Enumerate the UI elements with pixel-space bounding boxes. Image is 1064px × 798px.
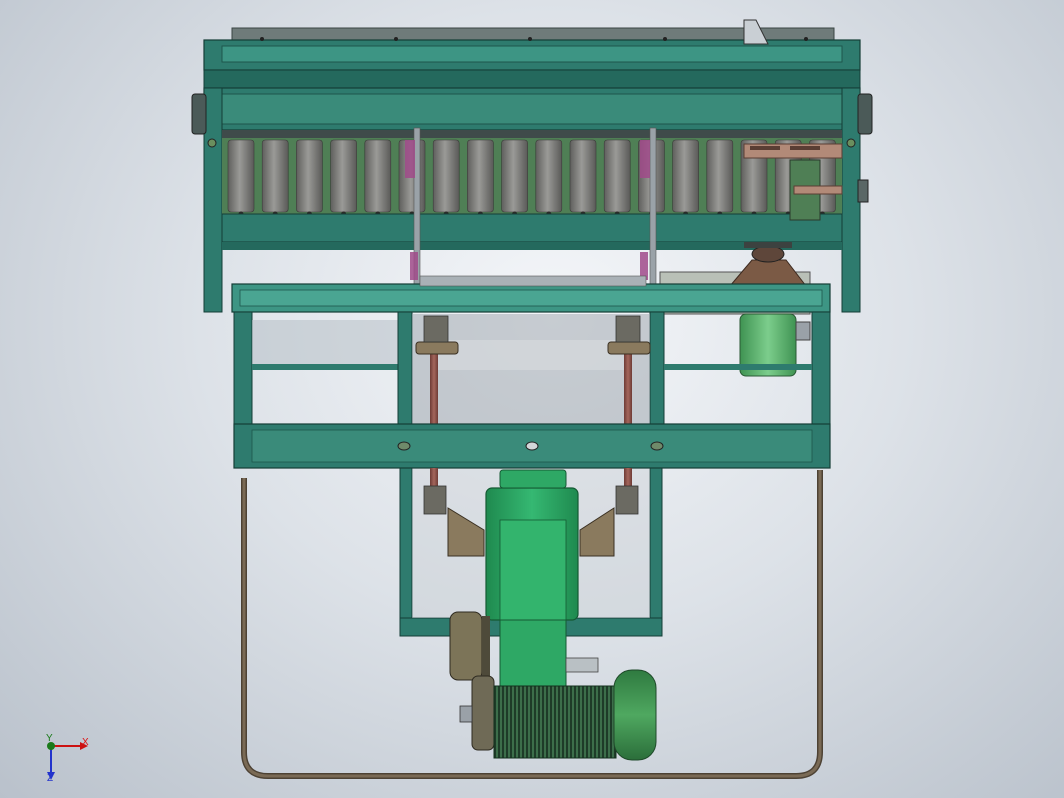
roller — [706, 139, 734, 213]
roller — [227, 139, 255, 213]
triad-z-label: Z — [47, 773, 53, 784]
roller — [535, 139, 563, 213]
roller — [672, 139, 699, 213]
roller — [467, 139, 494, 213]
roller — [296, 139, 323, 213]
coordinate-triad-icon: X Y Z — [46, 733, 89, 784]
cad-viewport[interactable]: X Y Z — [0, 0, 1064, 798]
roller — [364, 139, 392, 213]
roller — [330, 139, 357, 213]
roller — [432, 139, 460, 213]
triad-y-label: Y — [46, 733, 53, 744]
roller — [603, 139, 631, 213]
roller — [261, 139, 289, 213]
roller — [569, 139, 597, 213]
triad-x-label: X — [82, 737, 89, 748]
roller — [501, 139, 528, 213]
